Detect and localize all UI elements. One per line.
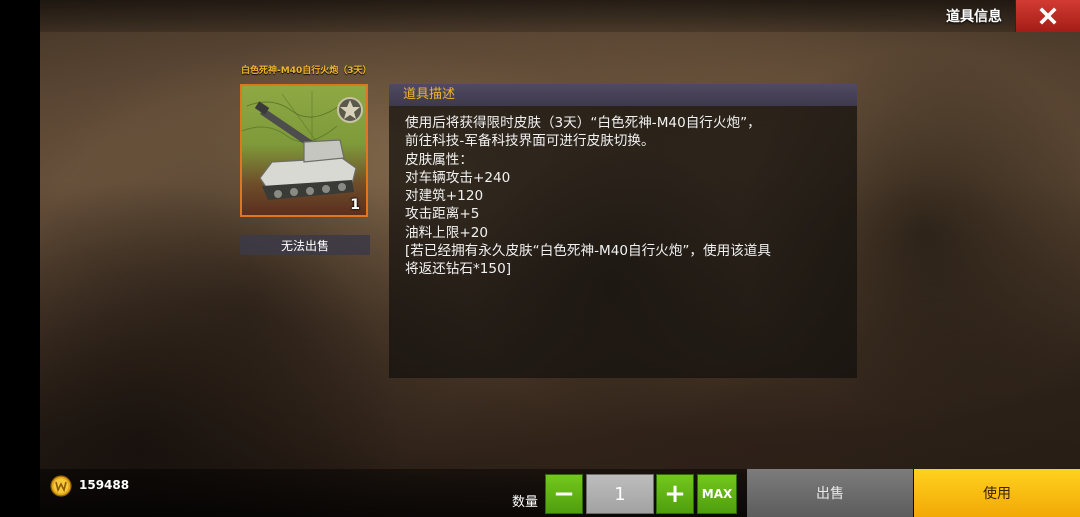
description-line: 攻击距离+5 — [405, 206, 480, 223]
description-body: 使用后将获得限时皮肤（3天）“白色死神-M40自行火炮”， 前往科技-军备科技界… — [389, 106, 857, 279]
quantity-input[interactable] — [586, 474, 654, 514]
item-count: 1 — [350, 197, 360, 213]
description-line: 对车辆攻击+240 — [405, 169, 511, 186]
description-line: [若已经拥有永久皮肤“白色死神-M40自行火炮”，使用该道具 — [405, 243, 771, 260]
quantity-label: 数量 — [512, 495, 539, 510]
item-icon-frame[interactable]: 1 — [240, 84, 368, 217]
window-title: 道具信息 — [946, 9, 1002, 25]
description-line: 油料上限+20 — [405, 224, 489, 241]
sell-button[interactable]: 出售 — [747, 469, 913, 517]
max-quantity-button[interactable]: MAX — [697, 474, 737, 514]
gold-amount: 159488 — [79, 478, 130, 492]
description-line: 前往科技-军备科技界面可进行皮肤切换。 — [405, 133, 655, 150]
gold-coin-icon — [50, 475, 72, 497]
description-header: 道具描述 — [389, 84, 857, 106]
description-line: 将返还钻石*150] — [405, 261, 512, 278]
top-bar: 道具信息 — [40, 0, 1080, 32]
item-name: 白色死神-M40自行火炮（3天） — [241, 66, 372, 76]
description-line: 皮肤属性： — [405, 151, 473, 168]
game-screen: 道具信息 白色死神-M40自行火炮（3天） 1 无法出售 道具描述 使用后将获得… — [0, 0, 1080, 517]
increase-quantity-button[interactable]: + — [656, 474, 694, 514]
description-line: 对建筑+120 — [405, 188, 484, 205]
close-button[interactable] — [1015, 0, 1080, 32]
self-propelled-gun-icon — [242, 91, 363, 200]
use-button[interactable]: 使用 — [914, 469, 1080, 517]
description-panel: 道具描述 使用后将获得限时皮肤（3天）“白色死神-M40自行火炮”， 前往科技-… — [389, 84, 857, 378]
decrease-quantity-button[interactable]: − — [545, 474, 583, 514]
description-line: 使用后将获得限时皮肤（3天）“白色死神-M40自行火炮”， — [405, 115, 761, 131]
unsellable-label: 无法出售 — [240, 235, 370, 255]
close-icon — [1039, 7, 1057, 25]
